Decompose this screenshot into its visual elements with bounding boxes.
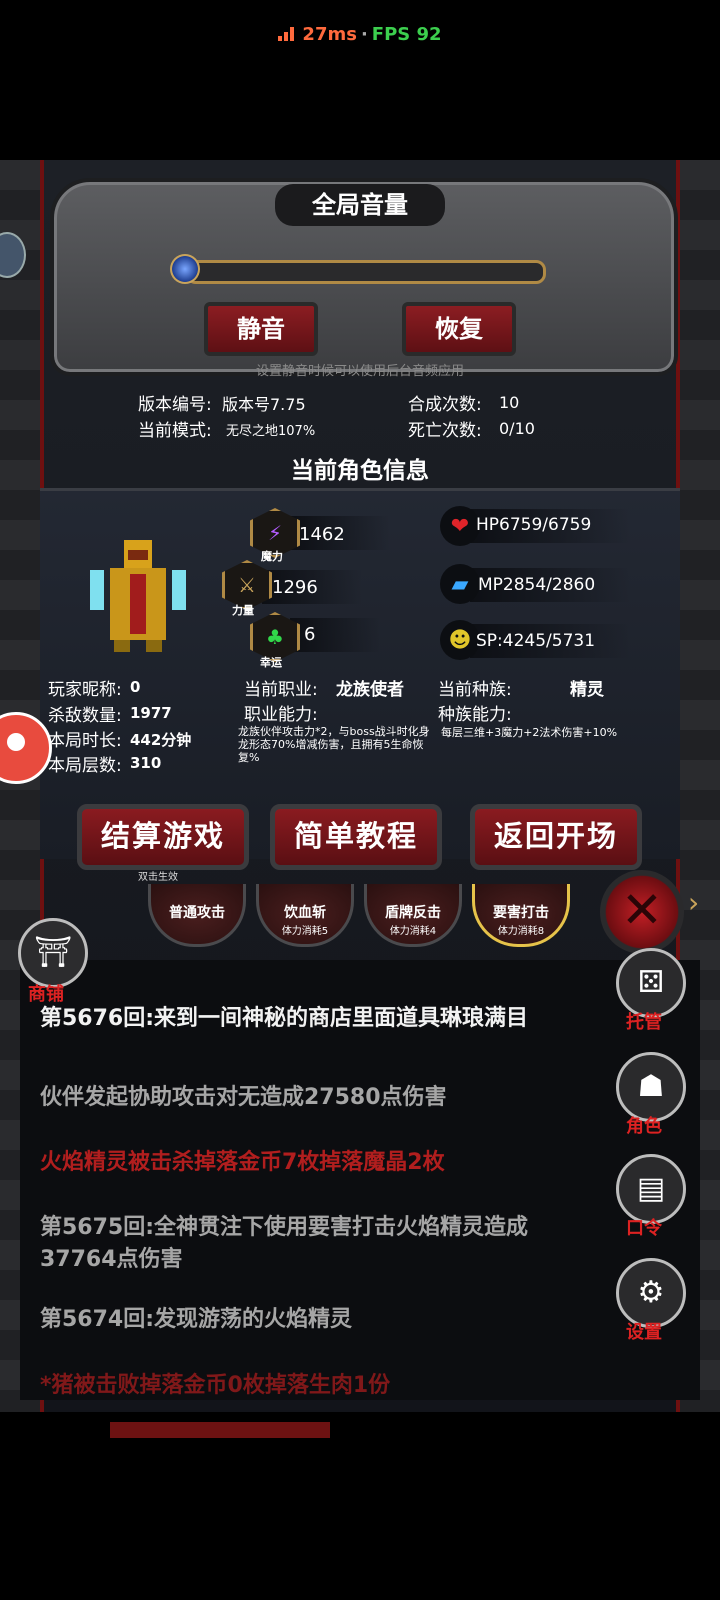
tutorial-button[interactable]: 简单教程 <box>270 804 442 870</box>
stamina-icon: ☻ <box>440 620 480 660</box>
log-line: 第5674回:发现游荡的火焰精灵 <box>40 1307 353 1332</box>
bottom-area <box>0 1412 720 1600</box>
shop-label[interactable]: 商铺 <box>28 980 64 1006</box>
volume-hint: 设置静音时候可以使用后台音频应用 <box>255 364 464 379</box>
duration-label: 本局时长: <box>48 731 122 751</box>
volume-track[interactable] <box>186 260 546 284</box>
volume-slider[interactable] <box>170 254 546 284</box>
death-value: 0/10 <box>499 419 535 438</box>
floors-value: 310 <box>130 754 162 772</box>
mana-icon: ▰ <box>440 564 480 604</box>
version-value: 版本号7.75 <box>222 395 306 414</box>
magic-value: 1462 <box>299 524 345 545</box>
hp-value: HP6759/6759 <box>476 515 592 535</box>
version-label: 版本编号: <box>138 395 212 415</box>
craft-label: 合成次数: <box>408 395 482 415</box>
character-avatar <box>90 540 186 652</box>
craft-value: 10 <box>499 393 520 412</box>
ping-value: 27ms <box>302 24 357 45</box>
race-ability-label: 种族能力: <box>438 705 512 725</box>
log-line: 火焰精灵被击杀掉落金币7枚掉落魔晶2枚 <box>40 1150 445 1175</box>
magic-label: 魔力 <box>261 550 283 563</box>
kills-label: 杀敌数量: <box>48 706 122 726</box>
log-line: 第5675回:全神贯注下使用要害打击火焰精灵造成37764点伤害 <box>40 1215 529 1272</box>
heart-icon: ❤ <box>440 506 480 546</box>
settle-game-button[interactable]: 结算游戏 <box>77 804 249 870</box>
volume-title: 全局音量 <box>275 184 445 226</box>
floors-label: 本局层数: <box>48 756 122 776</box>
death-label: 死亡次数: <box>408 421 482 441</box>
restore-button[interactable]: 恢复 <box>402 302 516 356</box>
log-line: *猪被击败掉落金币0枚掉落生肉1份 <box>40 1373 391 1398</box>
signal-icon <box>278 27 296 41</box>
shop-icon[interactable]: ⛩ <box>18 918 88 988</box>
auto-label[interactable]: 托管 <box>626 1008 662 1034</box>
settings-label[interactable]: 设置 <box>626 1318 662 1344</box>
settle-hint: 双击生效 <box>138 872 178 883</box>
role-label[interactable]: 角色 <box>626 1112 662 1138</box>
code-label[interactable]: 口令 <box>626 1214 662 1240</box>
status-bar: 27ms · FPS 92 <box>0 0 720 160</box>
race-ability-desc: 每层三维+3魔力+2法术伤害+10% <box>441 726 618 739</box>
nickname-label: 玩家昵称: <box>48 680 122 700</box>
job-label: 当前职业: <box>244 680 318 700</box>
sp-value: SP:4245/5731 <box>476 631 596 651</box>
close-icon[interactable]: ✕ <box>600 870 684 954</box>
network-stats: 27ms · FPS 92 <box>0 24 720 45</box>
volume-knob-icon[interactable] <box>170 254 200 284</box>
chevron-right-icon[interactable]: › <box>688 886 699 919</box>
kills-value: 1977 <box>130 704 172 722</box>
job-ability-label: 职业能力: <box>244 705 318 725</box>
mute-button[interactable]: 静音 <box>204 302 318 356</box>
mode-value: 无尽之地107% <box>226 424 316 439</box>
luck-label: 幸运 <box>260 656 282 669</box>
job-value: 龙族使者 <box>336 680 404 700</box>
duration-value: 442分钟 <box>130 731 192 749</box>
job-ability-desc: 龙族伙伴攻击力*2，与boss战斗时化身龙形态70%增减伤害，且拥有5生命恢复% <box>238 725 430 764</box>
fps-value: FPS 92 <box>371 24 442 45</box>
mp-value: MP2854/2860 <box>478 575 596 595</box>
log-line: 伙伴发起协助攻击对无造成27580点伤害 <box>40 1085 447 1110</box>
nickname-value: 0 <box>130 678 141 696</box>
race-label: 当前种族: <box>438 680 512 700</box>
race-value: 精灵 <box>570 680 604 700</box>
progress-strip <box>110 1422 330 1438</box>
log-line: 第5676回:来到一间神秘的商店里面道具琳琅满目 <box>40 1006 529 1031</box>
section-title: 当前角色信息 <box>291 458 429 484</box>
mode-label: 当前模式: <box>138 421 212 441</box>
back-to-start-button[interactable]: 返回开场 <box>470 804 642 870</box>
strength-value: 1296 <box>272 577 318 598</box>
luck-value: 6 <box>304 624 316 645</box>
strength-label: 力量 <box>232 604 254 617</box>
